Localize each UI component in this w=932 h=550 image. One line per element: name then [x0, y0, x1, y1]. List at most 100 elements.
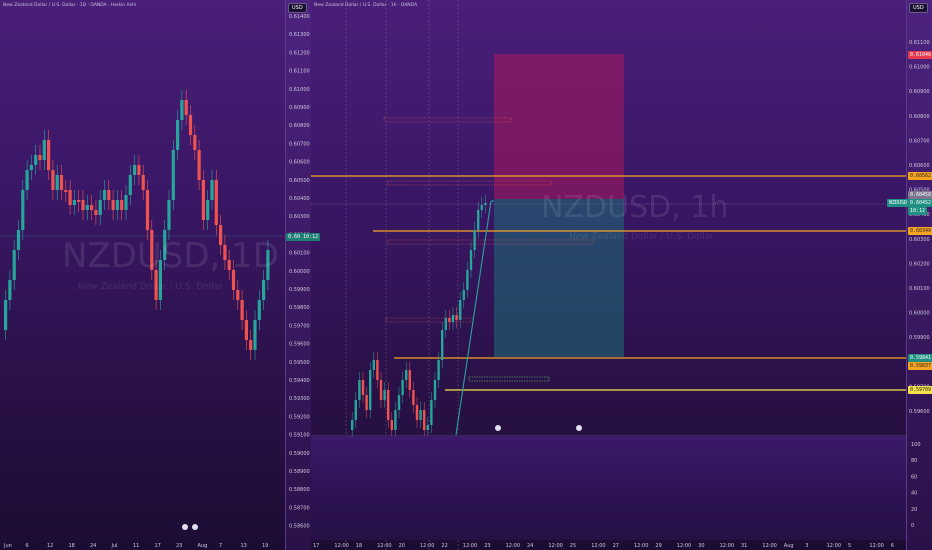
daily-candle-body [59, 175, 64, 190]
hourly-time-tick: 20 [399, 543, 405, 549]
stop-loss-zone [494, 54, 624, 199]
daily-price-tick: 0.59700 [289, 323, 310, 329]
daily-candle-body [55, 175, 59, 190]
daily-event-icon [182, 524, 188, 530]
support-price-tag: 0.59709 [908, 386, 932, 394]
daily-currency-button[interactable]: USD [288, 3, 307, 13]
daily-chart-pane[interactable]: New Zealand Dollar / U.S. Dollar · 1D · … [0, 0, 285, 550]
hourly-candle-body [361, 380, 365, 395]
indicator-tick: 20 [911, 507, 917, 513]
hourly-time-tick: 12:00 [548, 543, 562, 549]
daily-time-tick: 12 [47, 543, 53, 549]
hourly-candle-body [358, 380, 361, 400]
hourly-price-tick: 0.60100 [909, 286, 930, 292]
hourly-candle-body [351, 420, 354, 430]
daily-time-tick: 19 [262, 543, 268, 549]
daily-candle-body [180, 100, 184, 120]
hourly-price-tick: 0.60800 [909, 114, 930, 120]
hourly-time-tick: 31 [741, 543, 747, 549]
daily-candle-body [34, 155, 38, 165]
hourly-candle-body [365, 395, 368, 410]
daily-candle-body [115, 200, 119, 210]
daily-candle-body [25, 170, 29, 190]
daily-price-tick: 0.61000 [289, 87, 310, 93]
hourly-price-tick: 0.61000 [909, 65, 930, 71]
daily-candle-body [21, 190, 25, 230]
daily-price-tick: 0.61300 [289, 32, 310, 38]
hourly-candle-body [397, 395, 401, 410]
daily-candle-body [64, 190, 68, 192]
daily-price-tick: 0.60400 [289, 196, 310, 202]
hourly-candle-body [455, 315, 458, 320]
daily-price-tick: 0.60100 [289, 251, 310, 257]
daily-candle-body [120, 200, 124, 210]
time-axis[interactable]: Jun 6 12 18 24 Jul 11 17 23 Aug 7 13 19 17 12:00 18 12:0… [0, 538, 932, 550]
daily-time-tick: 13 [241, 543, 247, 549]
hourly-time-tick: 12:00 [334, 543, 348, 549]
daily-candle-body [51, 170, 55, 190]
daily-time-tick: Aug [198, 543, 208, 549]
hourly-time-tick: 17 [313, 543, 319, 549]
daily-candle-body [167, 200, 171, 230]
mid-level-price-tag: 0.60349 [908, 227, 932, 235]
hourly-time-tick: 5 [848, 543, 851, 549]
hourly-time-tick: 12:00 [677, 543, 691, 549]
hourly-candle-body [387, 390, 390, 420]
daily-candle-body [102, 190, 107, 200]
current-price-tag: 0.60452 [908, 199, 932, 207]
hourly-time-tick: 12:00 [762, 543, 776, 549]
daily-time-tick: 17 [155, 543, 161, 549]
hourly-time-tick: 27 [613, 543, 619, 549]
daily-candle-body [171, 150, 175, 200]
hourly-candle-body [466, 270, 469, 290]
hourly-symbol-title[interactable]: New Zealand Dollar / U.S. Dollar · 1h · … [314, 3, 417, 8]
indicator-pane[interactable] [311, 436, 906, 540]
hourly-time-tick: 12:00 [377, 543, 391, 549]
hourly-candle-body [469, 250, 473, 270]
daily-price-tick: 0.59400 [289, 378, 310, 384]
daily-price-tick: 0.60700 [289, 141, 310, 147]
daily-candle-body [176, 120, 180, 150]
daily-price-tick: 0.59100 [289, 433, 310, 439]
daily-price-tick: 0.59600 [289, 342, 310, 348]
daily-candle-body [244, 320, 248, 340]
daily-price-tick: 0.61200 [289, 50, 310, 56]
daily-price-tick: 0.61400 [289, 14, 310, 20]
daily-price-tick: 0.58700 [289, 505, 310, 511]
hourly-candle-body [376, 360, 379, 380]
resistance-price-tag: 0.60562 [908, 172, 932, 180]
daily-candle-body [8, 280, 12, 300]
hourly-candle-body [444, 318, 447, 330]
daily-symbol-title[interactable]: New Zealand Dollar / U.S. Dollar · 1D · … [3, 3, 136, 8]
daily-price-axis[interactable]: 0.61400 0.61300 0.61200 0.61100 0.61000 0.609… [285, 0, 321, 550]
daily-watermark-symbol: NZDUSD, 1D [62, 236, 279, 276]
hourly-time-tick: 12:00 [634, 543, 648, 549]
daily-candle-body [107, 190, 111, 200]
hourly-time-tick: 6 [891, 543, 894, 549]
daily-candle-body [128, 175, 132, 195]
daily-time-tick: 23 [176, 543, 182, 549]
hourly-candle-body [354, 400, 357, 420]
hourly-time-tick: 3 [805, 543, 808, 549]
daily-time-tick: Jun [3, 543, 12, 549]
daily-price-tick: 0.60800 [289, 123, 310, 129]
hourly-candle-body [415, 405, 419, 420]
hourly-candle-body [433, 380, 437, 400]
daily-candle-body [133, 165, 137, 175]
hourly-candle-body [390, 420, 393, 430]
hourly-candle-body [412, 390, 415, 405]
daily-candle-body [38, 155, 42, 160]
hourly-time-tick: 18 [356, 543, 362, 549]
daily-price-tick: 0.59800 [289, 305, 310, 311]
hourly-currency-button[interactable]: USD [909, 3, 928, 13]
daily-price-tick: 0.58900 [289, 469, 310, 475]
hourly-symbol-tag: NZDUSD [887, 199, 910, 207]
daily-price-tick: 0.59200 [289, 414, 310, 420]
daily-candle-body [42, 140, 46, 160]
hourly-price-tick: 0.59900 [909, 335, 930, 341]
daily-candle-body [16, 230, 21, 250]
daily-price-tick: 0.59500 [289, 360, 310, 366]
hourly-price-axis[interactable]: 0.61100 0.61000 0.60900 0.60800 0.60700 0.606… [906, 0, 932, 550]
daily-candle-body [90, 205, 94, 210]
hourly-candle-body [437, 360, 440, 380]
